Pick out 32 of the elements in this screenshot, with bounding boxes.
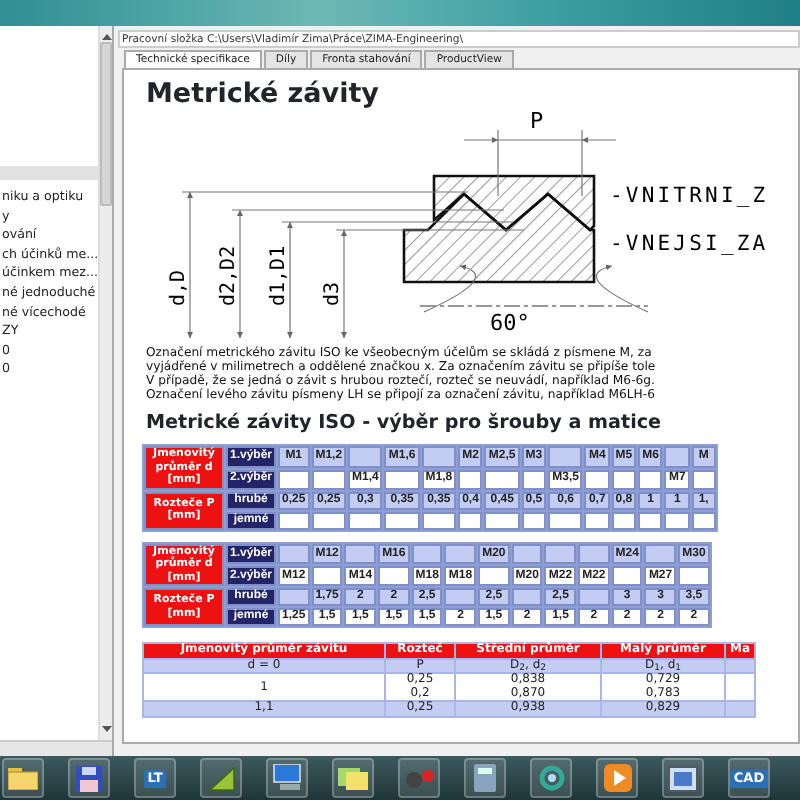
section-heading: Metrické závity ISO - výběr pro šrouby a matice	[146, 410, 664, 438]
horizontal-scrollbar[interactable]	[0, 740, 112, 756]
scroll-down-icon[interactable]	[101, 726, 111, 732]
taskbar-button[interactable]	[530, 758, 572, 798]
taskbar-button[interactable]	[662, 758, 704, 798]
vertical-scrollbar[interactable]	[98, 26, 112, 740]
computer-icon	[271, 764, 303, 792]
play-icon	[603, 764, 631, 792]
scroll-thumb[interactable]	[100, 42, 112, 206]
callout-label: -VNITRNI_Z	[610, 184, 769, 208]
taskbar-button[interactable]	[2, 758, 44, 798]
sync-icon	[537, 764, 565, 792]
taskbar-button[interactable]	[200, 758, 242, 798]
diameter-label: d2,D2	[218, 245, 240, 306]
taskbar-button[interactable]	[596, 758, 638, 798]
diameter-label: d3	[322, 281, 344, 306]
callout-label: -VNEJSI_ZA	[610, 232, 769, 256]
page-title: Metrické závity	[146, 78, 381, 110]
taskbar-button[interactable]	[266, 758, 308, 798]
calculator-icon	[474, 764, 496, 792]
taskbar-button[interactable]	[332, 758, 374, 798]
tree-selection-band	[0, 166, 98, 180]
sticky-notes-icon	[337, 765, 369, 791]
diameter-label: d1,D1	[268, 245, 290, 306]
folder-icon	[8, 766, 38, 790]
angle-label: 60°	[490, 310, 530, 336]
taskbar-button[interactable]	[68, 758, 110, 798]
window-icon	[668, 765, 698, 791]
taskbar-button[interactable]	[464, 758, 506, 798]
triangle-ruler-icon	[207, 765, 235, 791]
pitch-label: P	[530, 110, 544, 134]
diameter-label: d,D	[168, 269, 190, 306]
